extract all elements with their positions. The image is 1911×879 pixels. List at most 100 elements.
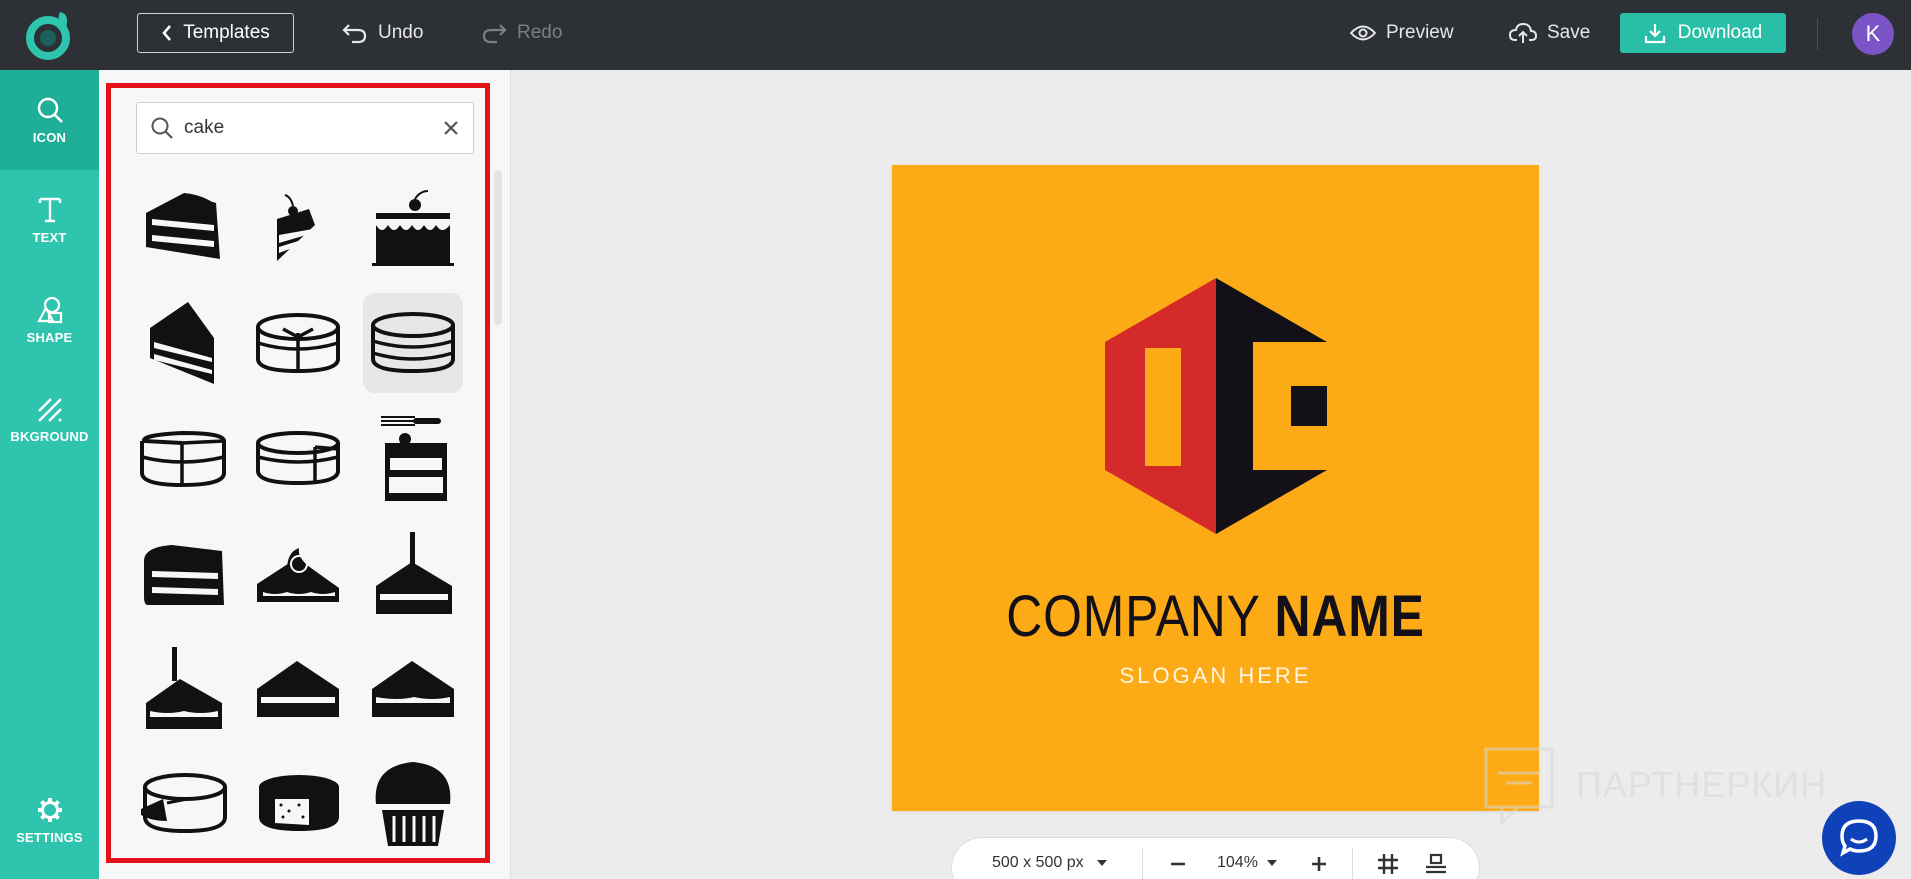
icon-result[interactable]: [133, 638, 233, 738]
rail-item-label: BKGROUND: [10, 428, 89, 444]
cake-slice-cream-icon: [257, 548, 339, 602]
cheesecake-icon: [259, 775, 339, 831]
save-button[interactable]: Save: [1509, 16, 1590, 50]
cake-slice-candle-small-icon: [146, 647, 222, 729]
icon-result[interactable]: [133, 178, 233, 278]
icon-result[interactable]: [363, 178, 463, 278]
icon-search-box[interactable]: [136, 102, 474, 154]
minus-icon: [1171, 862, 1185, 866]
icon-result[interactable]: [363, 408, 463, 508]
align-center-icon[interactable]: [1424, 852, 1448, 876]
rail-item-label: ICON: [32, 129, 67, 145]
redo-icon: [482, 24, 507, 44]
slogan-text[interactable]: SLOGAN HERE: [892, 663, 1539, 689]
icon-result[interactable]: [363, 293, 463, 393]
watermark-logo-icon: [1484, 747, 1554, 825]
zoom-out-button[interactable]: [1166, 852, 1190, 876]
save-label: Save: [1547, 22, 1591, 43]
watermark-text: ПАРТНЕРКИН: [1576, 764, 1828, 805]
icon-result[interactable]: [248, 408, 348, 508]
icon-result[interactable]: [133, 753, 233, 853]
rail-item-settings[interactable]: SETTINGS: [0, 770, 99, 870]
toolbar-divider: [1142, 848, 1143, 879]
panel-scrollbar[interactable]: [494, 170, 502, 325]
company-word-2: NAME: [1274, 584, 1425, 649]
top-toolbar: Templates Undo Redo Preview Save Downloa…: [0, 0, 1911, 70]
icon-result[interactable]: [363, 523, 463, 623]
text-icon: [38, 197, 61, 222]
zoom-in-button[interactable]: [1307, 852, 1331, 876]
plus-icon: [1312, 857, 1326, 871]
company-word-1: COMPANY: [1006, 584, 1261, 649]
cake-slice-striped-icon: [150, 302, 214, 384]
live-chat-button[interactable]: [1822, 801, 1896, 875]
caret-down-icon: [1266, 860, 1277, 866]
cake-slice-wedge-layers-icon: [372, 661, 454, 717]
download-button[interactable]: Download: [1620, 13, 1786, 53]
rail-item-label: TEXT: [32, 229, 67, 245]
brand-logo-icon[interactable]: [26, 8, 74, 60]
icon-result[interactable]: [248, 638, 348, 738]
icon-result[interactable]: [248, 523, 348, 623]
icon-result[interactable]: [133, 523, 233, 623]
cake-slice-candle-icon: [376, 532, 452, 614]
cake-slice-cherry-icon: [277, 194, 315, 261]
canvas-size-select[interactable]: 500 x 500 px: [992, 854, 1108, 872]
cake-cut-slice-icon: [256, 431, 340, 486]
search-icon: [151, 117, 173, 139]
clear-icon[interactable]: [441, 118, 461, 138]
redo-button[interactable]: Redo: [481, 16, 562, 50]
preview-button[interactable]: Preview: [1350, 16, 1454, 50]
download-icon: [1644, 24, 1665, 44]
tool-rail: ICON TEXT SHAPE BKGROUND SETTINGS: [0, 70, 99, 879]
download-label: Download: [1677, 22, 1763, 43]
icon-result[interactable]: [248, 293, 348, 393]
watermark: ПАРТНЕРКИН: [1482, 745, 1827, 825]
company-name-text[interactable]: COMPANY NAME: [937, 583, 1493, 650]
templates-button[interactable]: Templates: [137, 13, 294, 53]
cupcake-icon: [375, 762, 451, 846]
undo-button[interactable]: Undo: [342, 16, 423, 50]
rail-item-icon[interactable]: ICON: [0, 70, 99, 170]
undo-icon: [342, 24, 367, 44]
canvas-size-value: 500 x 500 px: [992, 854, 1084, 871]
shape-icon: [36, 296, 62, 323]
search-icon: [37, 97, 63, 123]
caret-down-icon: [1096, 860, 1107, 866]
icon-result[interactable]: [363, 753, 463, 853]
layer-cake-cut-icon: [256, 313, 340, 374]
canvas-toolbar: 500 x 500 px 104%: [952, 838, 1479, 879]
templates-label: Templates: [183, 22, 270, 43]
user-avatar[interactable]: K: [1852, 13, 1894, 55]
icon-result[interactable]: [133, 408, 233, 508]
rail-item-background[interactable]: BKGROUND: [0, 370, 99, 470]
icon-search-input[interactable]: [184, 117, 424, 139]
cake-drip-cherry-icon: [372, 190, 454, 266]
cake-slice-frosted-icon: [144, 545, 224, 605]
toolbar-divider: [1352, 848, 1353, 879]
background-icon: [37, 397, 62, 422]
whole-cake-sliced-icon: [141, 773, 227, 834]
icon-result[interactable]: [248, 753, 348, 853]
logo-mark-icon[interactable]: [1105, 278, 1327, 534]
preview-label: Preview: [1386, 22, 1454, 43]
zoom-select[interactable]: 104%: [1217, 854, 1278, 872]
eye-icon: [1350, 25, 1376, 41]
cake-slice-wedge-icon: [257, 661, 339, 717]
design-artboard[interactable]: COMPANY NAME SLOGAN HERE: [892, 165, 1539, 811]
rail-item-shape[interactable]: SHAPE: [0, 270, 99, 370]
icon-result[interactable]: [248, 178, 348, 278]
zoom-value: 104%: [1217, 854, 1258, 871]
round-cake-icon: [371, 312, 455, 374]
icon-panel: [99, 70, 511, 879]
chevron-left-icon: [162, 25, 172, 41]
rail-item-text[interactable]: TEXT: [0, 170, 99, 270]
grid-icon[interactable]: [1376, 852, 1400, 876]
icon-result[interactable]: [363, 638, 463, 738]
rail-item-label: SETTINGS: [16, 829, 83, 845]
cloud-upload-icon: [1509, 22, 1537, 43]
icon-result[interactable]: [133, 293, 233, 393]
cake-slice-layered-icon: [146, 193, 220, 259]
gear-icon: [37, 797, 62, 822]
chat-icon: [1840, 819, 1878, 857]
